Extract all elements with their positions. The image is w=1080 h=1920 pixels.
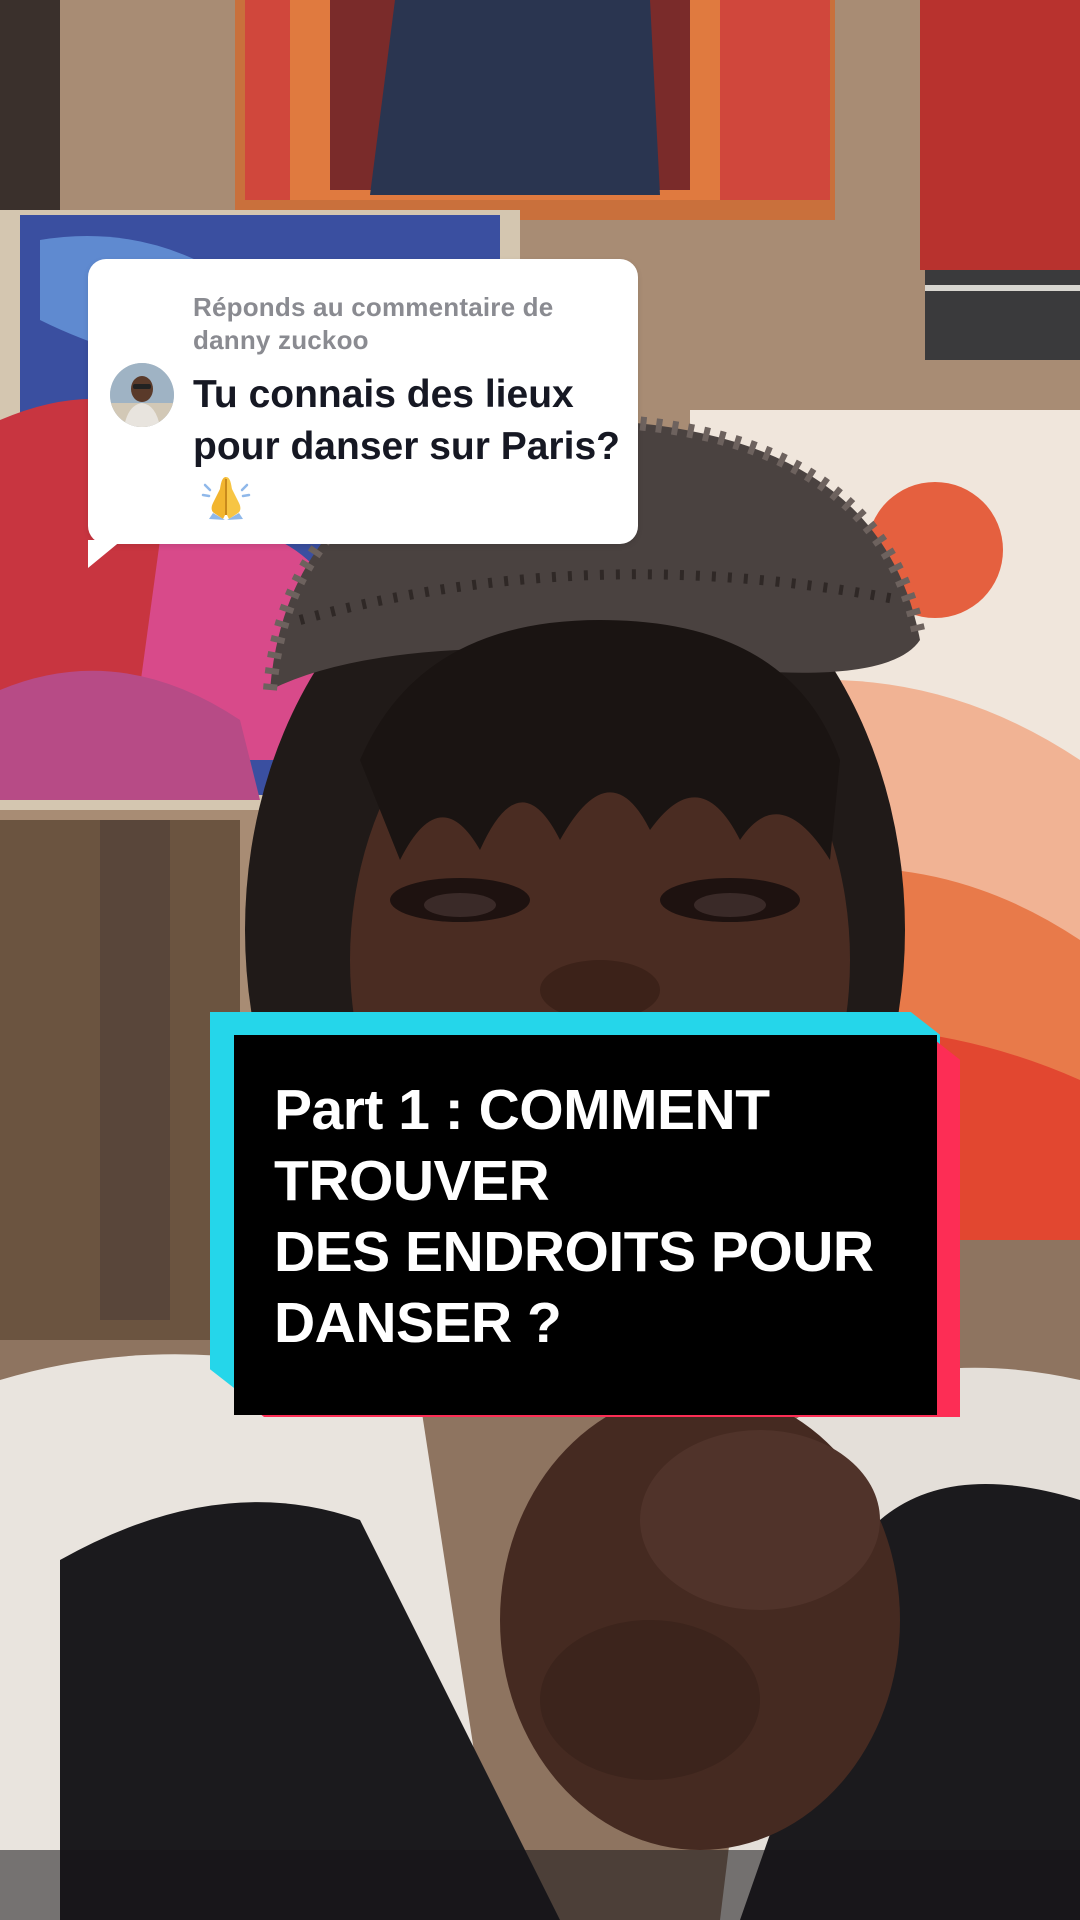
reply-header-label: Réponds au commentaire de danny zuckoo <box>193 292 554 355</box>
reply-comment-text: Tu connais des lieux pour danser sur Par… <box>193 369 623 535</box>
title-card-text: Part 1 : COMMENT TROUVER DES ENDROITS PO… <box>274 1075 914 1359</box>
title-line-1: Part 1 : COMMENT <box>274 1078 770 1142</box>
avatar-image <box>110 363 174 427</box>
reply-comment-bubble[interactable]: Réponds au commentaire de danny zuckoo T… <box>88 259 638 568</box>
title-line-4: DANSER ? <box>274 1291 562 1355</box>
bubble-tail <box>88 540 122 568</box>
folded-hands-icon <box>199 473 253 535</box>
title-line-2: TROUVER <box>274 1149 550 1213</box>
commenter-avatar[interactable] <box>110 363 174 427</box>
title-line-3: DES ENDROITS POUR <box>274 1220 874 1284</box>
comment-text: Tu connais des lieux pour danser sur Par… <box>193 373 620 468</box>
